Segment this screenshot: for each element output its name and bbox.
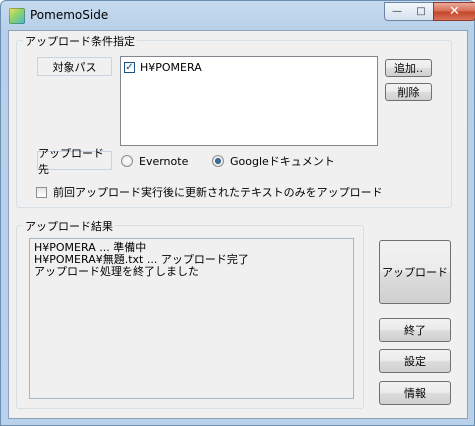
maximize-icon: □: [416, 6, 426, 17]
add-path-button[interactable]: 追加..: [385, 59, 432, 77]
log-line: アップロード処理を終了しました: [34, 265, 199, 278]
upload-conditions-title: アップロード条件指定: [23, 33, 137, 49]
radio-google-docs[interactable]: Googleドキュメント: [212, 153, 335, 169]
delete-path-button[interactable]: 削除: [385, 83, 432, 101]
exit-button[interactable]: 終了: [379, 318, 451, 342]
title-bar[interactable]: PomemoSide — □ ✕: [1, 1, 475, 31]
upload-destination-label: アップロード先: [37, 147, 112, 176]
target-path-label: 対象パス: [37, 57, 112, 76]
close-icon: ✕: [449, 4, 460, 19]
close-button[interactable]: ✕: [433, 2, 475, 21]
maximize-button[interactable]: □: [409, 2, 434, 21]
info-button[interactable]: 情報: [379, 381, 451, 405]
radio-evernote-label: Evernote: [139, 154, 189, 168]
minimize-button[interactable]: —: [384, 2, 410, 21]
settings-button[interactable]: 設定: [379, 349, 451, 373]
window-title: PomemoSide: [30, 8, 109, 22]
app-icon: [9, 8, 25, 24]
radio-google-docs-circle[interactable]: [212, 155, 224, 167]
upload-results-log: H¥POMERA ... 準備中 H¥POMERA¥無題.txt ... アップ…: [29, 238, 354, 399]
path-text: H¥POMERA: [140, 61, 202, 74]
upload-results-title: アップロード結果: [23, 218, 115, 234]
only-updated-checkbox[interactable]: [36, 186, 47, 198]
radio-evernote[interactable]: Evernote: [121, 153, 188, 169]
radio-evernote-circle[interactable]: [121, 155, 133, 167]
only-updated-option[interactable]: 前回アップロード実行後に更新されたテキストのみをアップロード: [36, 184, 383, 200]
path-checkbox[interactable]: ✓: [124, 62, 135, 73]
list-item[interactable]: ✓ H¥POMERA: [124, 60, 202, 75]
radio-google-docs-label: Googleドキュメント: [230, 155, 335, 168]
only-updated-label: 前回アップロード実行後に更新されたテキストのみをアップロード: [53, 186, 383, 199]
minimize-icon: —: [392, 6, 402, 17]
target-path-list[interactable]: ✓ H¥POMERA: [120, 56, 378, 146]
upload-button[interactable]: アップロード: [379, 240, 451, 304]
